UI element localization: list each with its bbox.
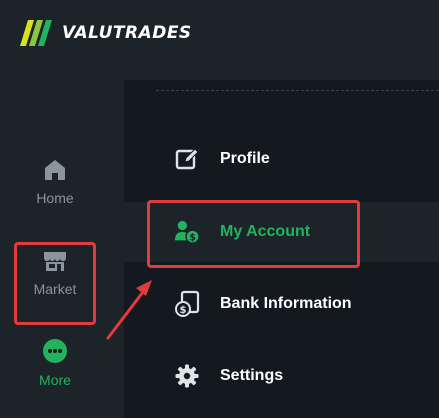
menu-item-label: Bank Information [220, 295, 352, 312]
divider [156, 90, 439, 91]
annotation-highlight-more [14, 242, 96, 325]
menu-item-label: Profile [220, 150, 270, 167]
menu-item-profile[interactable]: Profile [124, 129, 439, 189]
brand-stripes-icon [20, 20, 52, 46]
edit-profile-icon [174, 146, 200, 172]
bank-document-icon: $ [174, 290, 200, 317]
brand-logo[interactable]: VALUTRADES [20, 18, 192, 48]
svg-text:$: $ [180, 305, 187, 316]
menu-item-bank-information[interactable]: $ Bank Information [124, 274, 439, 334]
sidebar-item-more[interactable]: More [0, 328, 110, 398]
annotation-highlight-my-account [147, 200, 360, 268]
top-bar: VALUTRADES [0, 0, 439, 80]
menu-item-settings[interactable]: Settings [124, 346, 439, 406]
sidebar-item-label: Home [36, 190, 74, 206]
menu-item-label: Settings [220, 367, 284, 384]
sidebar-item-label: More [39, 372, 71, 388]
home-icon [45, 160, 65, 180]
brand-name: VALUTRADES [62, 23, 192, 43]
sidebar-item-home[interactable]: Home [0, 147, 110, 217]
more-dots-icon [43, 339, 67, 363]
gear-icon [174, 363, 200, 389]
